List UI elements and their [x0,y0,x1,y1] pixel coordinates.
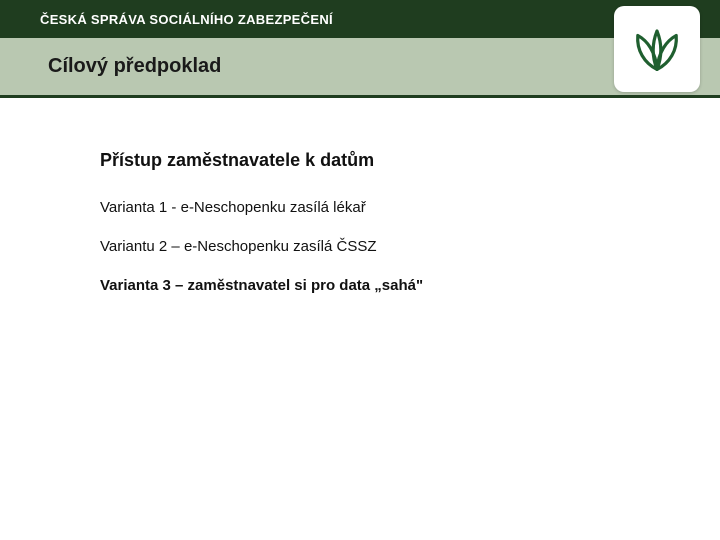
slide: ČESKÁ SPRÁVA SOCIÁLNÍHO ZABEZPEČENÍ Cílo… [0,0,720,540]
list-item: Variantu 2 – e-Neschopenku zasílá ČSSZ [100,236,660,257]
content-heading: Přístup zaměstnavatele k datům [100,150,660,171]
content-area: Přístup zaměstnavatele k datům Varianta … [100,150,660,314]
top-bar: ČESKÁ SPRÁVA SOCIÁLNÍHO ZABEZPEČENÍ [0,0,720,38]
org-name: ČESKÁ SPRÁVA SOCIÁLNÍHO ZABEZPEČENÍ [40,12,333,27]
page-subtitle: Cílový předpoklad [48,55,221,78]
list-item: Varianta 1 - e-Neschopenku zasílá lékař [100,197,660,218]
logo [614,6,700,92]
subtitle-bar: Cílový předpoklad [0,38,720,98]
list-item: Varianta 3 – zaměstnavatel si pro data „… [100,275,660,296]
lotus-icon [625,15,689,84]
